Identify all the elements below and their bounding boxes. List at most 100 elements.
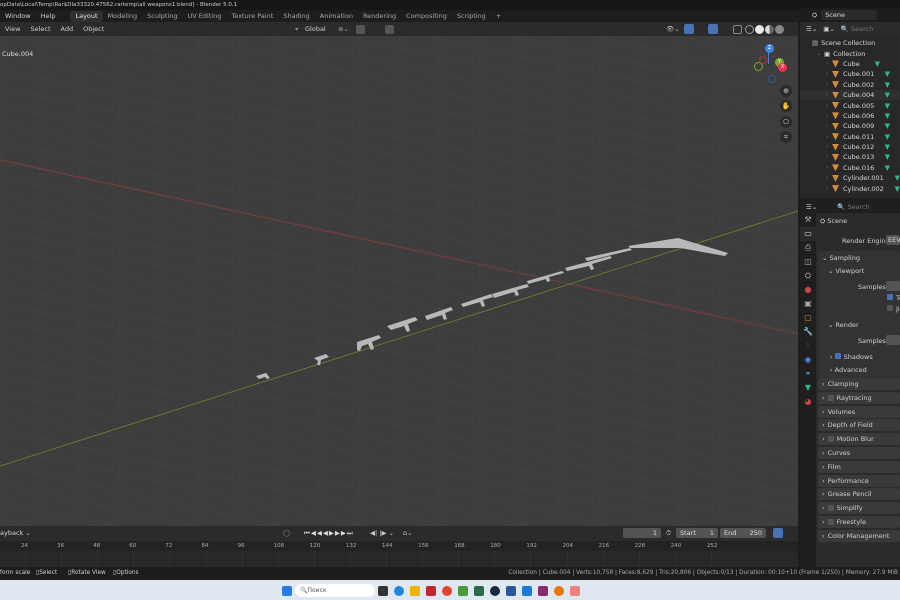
app-icon-2[interactable] (458, 585, 468, 596)
chrome-icon[interactable] (442, 585, 452, 596)
editor-type-icon[interactable]: ☰⌄ (806, 203, 817, 211)
outliner-item[interactable]: › Cube.005 ▼ (800, 100, 900, 110)
sampling-header[interactable]: ⌄ Sampling (822, 254, 860, 262)
outliner-item[interactable]: › Cylinder.002 ▼ (800, 183, 900, 193)
panel-freestyle[interactable]: › Freestyle (818, 516, 900, 528)
perspective-toggle-icon[interactable]: ⌗ (780, 131, 792, 143)
outliner-item[interactable]: › Cube.011 ▼ (800, 132, 900, 142)
menu-object[interactable]: Object (78, 23, 109, 35)
edge-icon[interactable] (394, 585, 404, 596)
material-tab[interactable]: ◕ (800, 395, 816, 409)
gizmo-toggle[interactable] (684, 24, 694, 34)
keyframe-nav[interactable]: ◀| |▶ ⌄ (370, 529, 394, 537)
gizmo-z-axis[interactable]: Z (765, 44, 774, 53)
menu-help[interactable]: Help (36, 10, 61, 22)
transform-orientation-dropdown[interactable]: Global (305, 25, 326, 33)
current-frame-field[interactable]: 1 (623, 528, 661, 538)
outliner-item[interactable]: › Cube.013 ▼ (800, 152, 900, 162)
playback-controls[interactable]: ⏮◀◀◀▶▶▶⏭ (304, 529, 354, 538)
modifier-tab[interactable]: 🔧 (800, 325, 816, 339)
visibility-icon[interactable]: 👁⌄ (666, 25, 680, 33)
enable-checkbox[interactable] (827, 436, 834, 443)
winrar-icon[interactable] (538, 585, 548, 596)
outliner-item[interactable]: › Cube.009 ▼ (800, 121, 900, 131)
menu-view[interactable]: View (0, 23, 25, 35)
expand-icon[interactable]: › (822, 175, 832, 181)
outliner-item[interactable]: › Cylinder.001 ▼ (800, 173, 900, 183)
paint-icon[interactable] (570, 585, 580, 596)
world-tab[interactable]: ● (800, 283, 816, 297)
render-samples-field[interactable] (886, 335, 900, 345)
data-tab[interactable]: ▼ (800, 381, 816, 395)
viewport-option-2[interactable]: Ji (887, 305, 900, 313)
panel-curves[interactable]: › Curves (818, 447, 900, 459)
tab-uv-editing[interactable]: UV Editing (183, 11, 227, 22)
collection-row[interactable]: ⌄ ▣ Collection (800, 48, 900, 58)
shading-material[interactable] (765, 24, 774, 34)
scene-tab[interactable]: ⛭ (800, 269, 816, 283)
filter-icon[interactable]: ▣⌄ (823, 25, 835, 33)
enable-checkbox[interactable] (827, 519, 834, 525)
gizmo-x-axis[interactable]: X (778, 63, 787, 72)
zoom-icon[interactable]: ⊕ (780, 85, 792, 97)
outliner-item[interactable]: › Cube.004 ▼ (800, 89, 900, 101)
add-workspace-button[interactable]: + (491, 11, 506, 22)
3d-viewport[interactable]: Cube.004 Z Y X ⊕ ✋ ⎔ ⌗ (0, 36, 798, 526)
taskbar-search[interactable]: 🔍 Поиск (295, 584, 375, 597)
particles-tab[interactable]: ⁘ (800, 339, 816, 353)
menu-select[interactable]: Select (25, 23, 55, 35)
object-tab[interactable]: ▢ (800, 311, 816, 325)
view-options-button[interactable] (773, 528, 783, 538)
properties-search[interactable]: 🔍 Search (837, 203, 870, 211)
task-view-icon[interactable] (378, 585, 388, 596)
tab-scripting[interactable]: Scripting (452, 11, 491, 22)
xray-toggle[interactable] (733, 24, 742, 34)
tab-rendering[interactable]: Rendering (358, 11, 401, 22)
outliner-item[interactable]: › Cube.001 ▼ (800, 69, 900, 79)
panel-clamping[interactable]: › Clamping (818, 378, 900, 390)
scene-selector-icon[interactable]: ⛭ (812, 11, 817, 20)
expand-icon[interactable]: › (822, 82, 832, 88)
outliner-item[interactable]: › Cube.002 ▼ (800, 80, 900, 90)
panel-raytracing[interactable]: › Raytracing (818, 391, 900, 404)
tab-modeling[interactable]: Modeling (103, 11, 143, 22)
menu-window[interactable]: Window (0, 10, 36, 22)
panel-grease-pencil[interactable]: › Grease Pencil (818, 488, 900, 501)
tab-texture-paint[interactable]: Texture Paint (226, 11, 278, 22)
camera-view-icon[interactable]: ⎔ (780, 116, 792, 128)
viewport-option-1[interactable]: Te (887, 294, 900, 302)
timeline-area[interactable] (0, 551, 798, 567)
tab-compositing[interactable]: Compositing (401, 11, 452, 22)
keying-set-icon[interactable]: ⌂⌄ (403, 529, 413, 537)
outliner-item[interactable]: › Cube ▼ (800, 59, 900, 69)
steam-icon[interactable] (490, 585, 500, 596)
tool-tab[interactable]: ⚒ (800, 213, 816, 227)
explorer-icon[interactable] (410, 585, 420, 596)
outliner-item[interactable]: › Cube.016 ▼ (800, 163, 900, 173)
app-icon[interactable] (426, 585, 436, 596)
shading-solid[interactable] (755, 24, 764, 34)
expand-icon[interactable]: › (822, 71, 832, 77)
pivot-icon[interactable]: ⊚⌄ (338, 25, 349, 33)
panel-simplify[interactable]: › Simplify (818, 502, 900, 515)
advanced-subpanel[interactable]: › Advanced (830, 366, 867, 374)
scene-name-field[interactable]: Scene (821, 10, 878, 20)
outliner-item[interactable]: › Cube.006 ▼ (800, 111, 900, 121)
panel-motion-blur[interactable]: › Motion Blur (818, 433, 900, 446)
expand-icon[interactable]: › (822, 154, 832, 160)
tab-shading[interactable]: Shading (278, 11, 314, 22)
panel-color-management[interactable]: › Color Management (818, 529, 900, 542)
render-tab[interactable]: ▭ (800, 227, 816, 241)
start-frame-field[interactable]: Start 1 (676, 528, 718, 538)
start-icon[interactable] (282, 585, 292, 596)
output-tab[interactable]: ⎙ (800, 241, 816, 255)
render-engine-dropdown[interactable]: EEV (886, 235, 900, 245)
tab-sculpting[interactable]: Sculpting (142, 11, 182, 22)
snap-toggle[interactable] (356, 24, 365, 34)
shading-wireframe[interactable] (745, 24, 754, 34)
expand-icon[interactable]: › (822, 165, 832, 171)
navigation-gizmo[interactable]: Z Y X (752, 42, 792, 84)
app-icon-4[interactable] (522, 585, 532, 596)
scene-collection-row[interactable]: ▤ Scene Collection (800, 38, 900, 48)
expand-icon[interactable]: › (822, 134, 832, 140)
